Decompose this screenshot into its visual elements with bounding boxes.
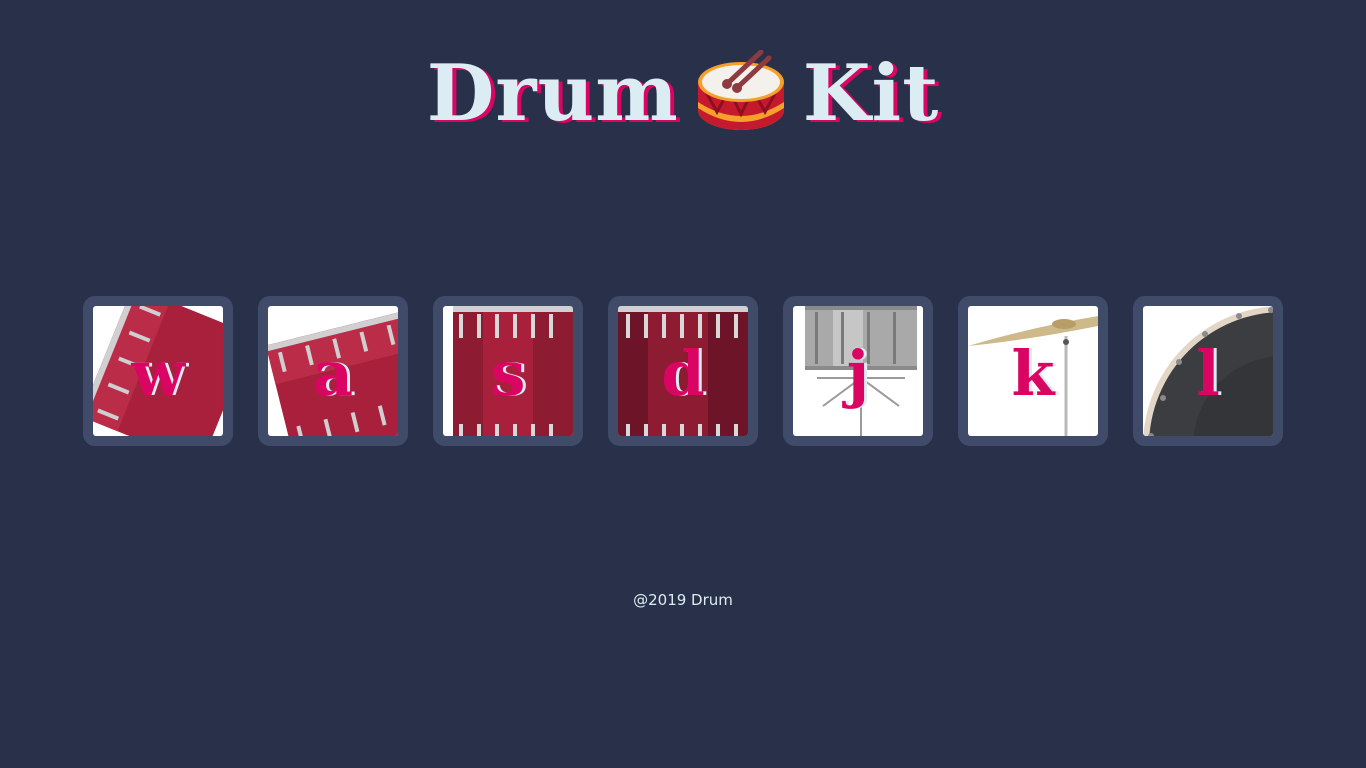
key-letter: j	[846, 337, 870, 410]
drum-pad: w	[93, 306, 223, 436]
footer-copyright: @2019 Drum	[633, 591, 733, 609]
title-word-kit: Kit	[802, 48, 940, 139]
key-letter: l	[1196, 337, 1220, 410]
drum-pad: d	[618, 306, 748, 436]
drum-key-w[interactable]: w	[83, 296, 233, 446]
page-title: Drum Kit	[0, 48, 1366, 139]
drum-key-l[interactable]: l	[1133, 296, 1283, 446]
drum-key-d[interactable]: d	[608, 296, 758, 446]
drum-kit-page: Drum Kit w a s d j k l @2019 Drum	[0, 0, 1366, 768]
key-letter: a	[312, 337, 354, 410]
drum-emoji-icon	[697, 50, 784, 130]
drum-pad: j	[793, 306, 923, 436]
drum-pad: s	[443, 306, 573, 436]
drum-pad: l	[1143, 306, 1273, 436]
key-letter: k	[1011, 337, 1055, 410]
key-letter: w	[131, 337, 185, 410]
drum-key-s[interactable]: s	[433, 296, 583, 446]
drum-pad: k	[968, 306, 1098, 436]
key-letter: d	[661, 337, 705, 410]
drum-keys: w a s d j k l	[83, 296, 1283, 446]
drum-key-k[interactable]: k	[958, 296, 1108, 446]
drum-pad: a	[268, 306, 398, 436]
drum-key-a[interactable]: a	[258, 296, 408, 446]
title-word-drum: Drum	[426, 48, 679, 139]
key-letter: s	[490, 337, 526, 410]
drum-key-j[interactable]: j	[783, 296, 933, 446]
